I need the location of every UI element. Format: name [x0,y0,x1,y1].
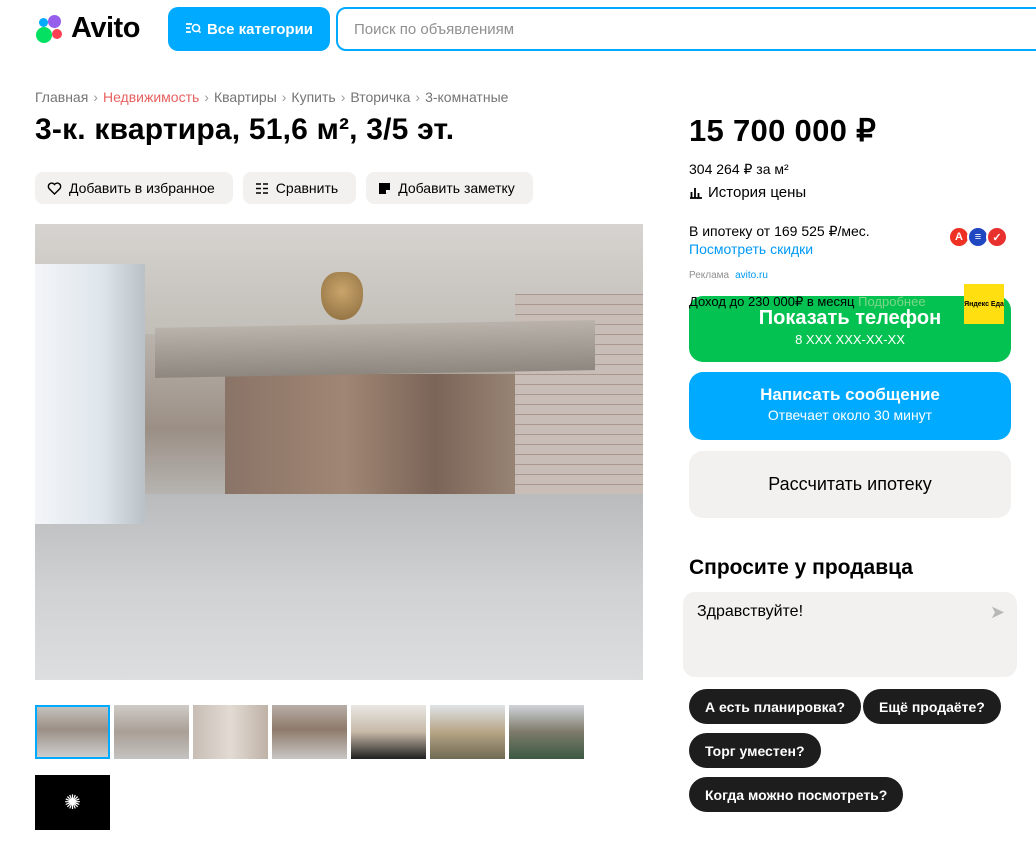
breadcrumb-separator: › [93,89,98,105]
photo-thumbnails [35,705,584,759]
heart-icon [47,181,62,195]
search-list-icon [185,23,201,34]
write-message-label: Написать сообщение [760,385,940,404]
discount-icon[interactable]: ✺ [35,775,110,830]
price-per-m2: 304 264 ₽ за м² [689,161,789,177]
price-history-label: История цены [708,184,807,201]
ad-source[interactable]: avito.ru [735,270,768,281]
avito-logo[interactable]: Avito [35,12,140,45]
view-discounts-link[interactable]: Посмотреть скидки [689,241,813,257]
logo-dots-icon [35,14,65,44]
main-photo[interactable] [35,224,643,680]
send-icon[interactable]: ➤ [990,602,1005,623]
ad-label: Реклама avito.ru [689,270,768,281]
breadcrumb-home[interactable]: Главная [35,89,88,105]
search-placeholder: Поиск по объявлениям [354,20,515,38]
photo-thumbnail[interactable] [35,705,110,759]
chandelier [321,272,363,320]
masked-phone: 8 XXX XXX-XX-XX [795,332,905,347]
ad-label-text: Реклама [689,270,730,281]
show-phone-label: Показать телефон [758,307,942,329]
quick-question-layout[interactable]: А есть планировка? [689,689,861,724]
add-favorite-button[interactable]: Добавить в избранное [35,172,233,204]
all-categories-label: Все категории [206,20,314,38]
price-history-link[interactable]: История цены [689,184,806,201]
breadcrumb: Главная › Недвижимость › Квартиры › Купи… [35,89,508,105]
compare-label: Сравнить [275,180,339,196]
response-time: Отвечает около 30 минут [767,407,933,423]
ad-more-link[interactable]: Подробнее [858,294,925,309]
ad-text: Доход до 230 000₽ в месяц [689,294,855,309]
breadcrumb-separator: › [340,89,346,105]
bank-icon: ✓ [986,226,1008,248]
search-input[interactable]: Поиск по объявлениям [336,7,1036,51]
add-favorite-label: Добавить в избранное [69,180,215,196]
compare-button[interactable]: Сравнить [242,172,357,204]
add-note-label: Добавить заметку [398,180,515,196]
ask-seller-title: Спросите у продавца [689,556,913,579]
bar-chart-icon [690,188,702,199]
seller-message-input[interactable]: Здравствуйте! ➤ [683,592,1017,677]
compare-icon [255,182,268,194]
ad-banner[interactable]: Доход до 230 000₽ в месяц Подробнее [689,294,979,310]
all-categories-button[interactable]: Все категории [168,7,330,51]
calculate-mortgage-label: Рассчитать ипотеку [768,474,932,494]
breadcrumb-separator: › [204,89,209,105]
mortgage-info: В ипотеку от 169 525 ₽/мес. [689,223,870,239]
bank-logos: А ≡ ✓ [948,226,1008,248]
breadcrumb-separator: › [281,89,287,105]
breadcrumb-apartments[interactable]: Квартиры [214,89,277,105]
breadcrumb-real-estate[interactable]: Недвижимость [103,89,199,105]
note-icon [379,182,391,194]
add-note-button[interactable]: Добавить заметку [366,172,533,204]
photo-thumbnail[interactable] [114,705,189,759]
photo-thumbnail[interactable] [509,705,584,759]
photo-thumbnail[interactable] [351,705,426,759]
price: 15 700 000 ₽ [689,113,877,148]
breadcrumb-3-room[interactable]: 3-комнатные [425,89,508,105]
calculate-mortgage-button[interactable]: Рассчитать ипотеку [689,451,1011,518]
photo-thumbnail[interactable] [430,705,505,759]
yandex-eda-logo: Яндекс Еда [964,284,1004,324]
quick-question-still-selling[interactable]: Ещё продаёте? [863,689,1001,724]
logo-text: Avito [71,12,140,44]
quick-question-viewing[interactable]: Когда можно посмотреть? [689,777,904,812]
message-text: Здравствуйте! [697,603,804,620]
breadcrumb-secondary[interactable]: Вторичка [350,89,410,105]
listing-title: 3-к. квартира, 51,6 м², 3/5 эт. [35,113,455,146]
write-message-button[interactable]: Написать сообщение Отвечает около 30 мин… [689,372,1011,440]
quick-question-bargain[interactable]: Торг уместен? [689,733,821,768]
breadcrumb-buy[interactable]: Купить [291,89,335,105]
photo-thumbnail[interactable] [272,705,347,759]
breadcrumb-separator: › [415,89,421,105]
photo-thumbnail[interactable] [193,705,268,759]
listing-actions: Добавить в избранное Сравнить Добавить з… [35,172,533,204]
